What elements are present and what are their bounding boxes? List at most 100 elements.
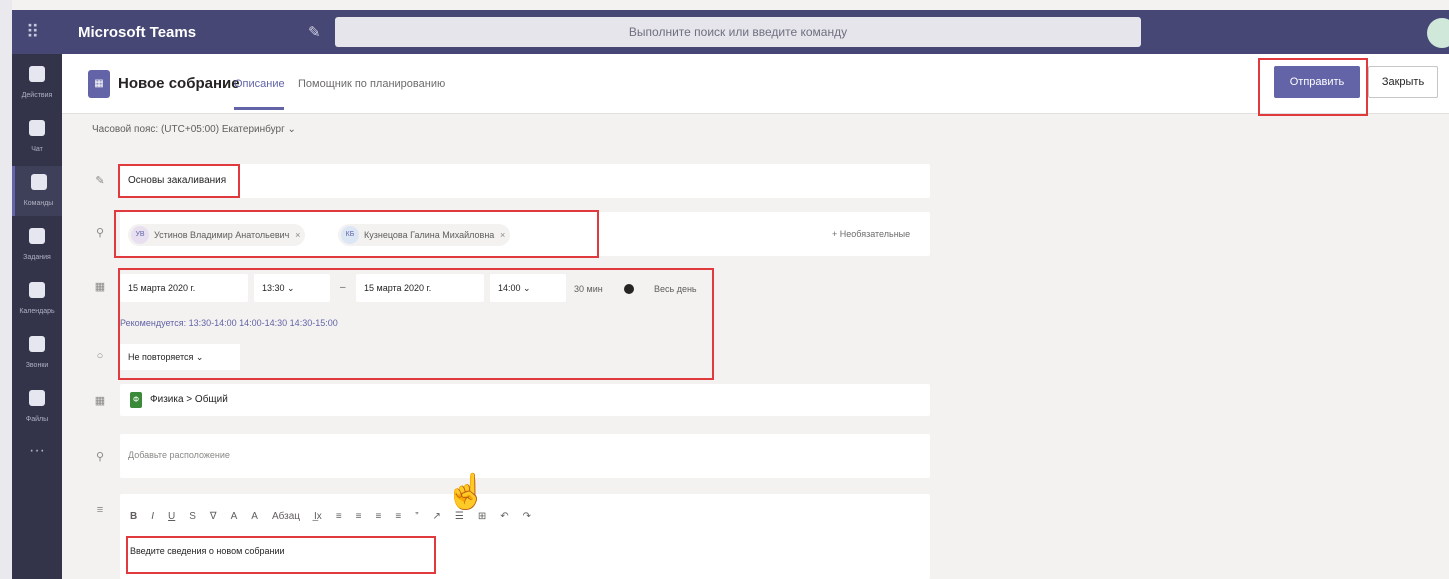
- tab-scheduling-assistant[interactable]: Помощник по планированию: [298, 78, 445, 90]
- strikethrough-button[interactable]: S: [189, 511, 196, 522]
- attendees-field[interactable]: УВ Устинов Владимир Анатольевич × КБ Куз…: [120, 212, 930, 256]
- bold-button[interactable]: B: [130, 511, 137, 522]
- clear-format-button[interactable]: I̲x: [314, 511, 322, 522]
- timezone-selector[interactable]: Часовой пояс: (UTC+05:00) Екатеринбург ⌄: [92, 124, 296, 135]
- underline-button[interactable]: U: [168, 511, 175, 522]
- end-time-value: 14:00: [498, 283, 521, 293]
- rail-item-teams[interactable]: Команды: [12, 166, 62, 216]
- paragraph-dropdown[interactable]: Абзац: [272, 511, 300, 522]
- all-day-label: Весь день: [654, 284, 697, 294]
- font-color-button[interactable]: A: [231, 511, 238, 522]
- channel-path: Физика > Общий: [150, 394, 228, 405]
- rail-item-label: Чат: [31, 146, 43, 153]
- rail-item-calendar[interactable]: Календарь: [12, 274, 62, 324]
- redo-button[interactable]: ↷: [523, 511, 531, 522]
- rail-item-label: Команды: [23, 200, 54, 207]
- meeting-header: ▦ Новое собрание Описание Помощник по пл…: [62, 54, 1449, 116]
- bell-icon: [29, 66, 45, 82]
- screen-bezel: [0, 0, 12, 579]
- compose-icon[interactable]: ✎: [308, 23, 321, 41]
- text-format-icon: ≡: [96, 504, 104, 516]
- italic-button[interactable]: I: [151, 511, 154, 522]
- meeting-form: ▦ Новое собрание Описание Помощник по пл…: [62, 54, 1449, 579]
- team-avatar: Ф: [130, 392, 142, 408]
- attendee-name: Устинов Владимир Анатольевич: [154, 230, 290, 240]
- remove-icon[interactable]: ×: [295, 224, 300, 246]
- range-separator: –: [340, 282, 346, 293]
- phone-icon: [29, 336, 45, 352]
- top-bar: ⠿ Microsoft Teams ✎ Выполните поиск или …: [12, 10, 1449, 54]
- chevron-down-icon: ⌄: [287, 124, 296, 135]
- code-button[interactable]: ☰: [455, 511, 464, 522]
- start-date-picker[interactable]: 15 марта 2020 г.: [120, 274, 248, 302]
- outdent-button[interactable]: ≡: [356, 511, 362, 522]
- repeat-value: Не повторяется: [128, 352, 194, 362]
- channel-field[interactable]: Ф Физика > Общий: [120, 384, 930, 416]
- remove-icon[interactable]: ×: [500, 224, 505, 246]
- suggested-times: Рекомендуется: 13:30-14:00 14:00-14:30 1…: [120, 318, 338, 328]
- table-button[interactable]: ⊞: [478, 511, 486, 522]
- channel-separator: >: [186, 394, 193, 405]
- file-icon: [29, 390, 45, 406]
- assignments-icon: [29, 228, 45, 244]
- user-avatar[interactable]: [1427, 18, 1449, 48]
- attendee-chip[interactable]: КБ Кузнецова Галина Михайловна ×: [338, 224, 511, 246]
- rail-item-calls[interactable]: Звонки: [12, 328, 62, 378]
- all-day-toggle[interactable]: [624, 284, 634, 294]
- send-button[interactable]: Отправить: [1274, 66, 1360, 98]
- rail-item-label: Файлы: [25, 416, 49, 423]
- bullets-button[interactable]: ≡: [376, 511, 382, 522]
- team-name: Физика: [150, 394, 184, 405]
- quote-button[interactable]: ”: [415, 511, 418, 522]
- add-person-icon: ⚲: [95, 227, 105, 239]
- avatar: УВ: [131, 226, 149, 244]
- end-date-picker[interactable]: 15 марта 2020 г.: [356, 274, 484, 302]
- numbering-button[interactable]: ≡: [395, 511, 401, 522]
- more-apps-icon[interactable]: ···: [12, 442, 62, 460]
- tab-description[interactable]: Описание: [234, 78, 285, 90]
- title-field[interactable]: Основы закаливания: [120, 164, 930, 198]
- chevron-down-icon: ⌄: [195, 352, 204, 362]
- suggested-label: Рекомендуется:: [120, 318, 187, 328]
- calendar-icon: [29, 282, 45, 298]
- timezone-label: Часовой пояс: (UTC+05:00) Екатеринбург: [92, 124, 285, 135]
- rail-item-chat[interactable]: Чат: [12, 112, 62, 162]
- start-time-value: 13:30: [262, 283, 285, 293]
- pencil-icon: ✎: [95, 175, 105, 187]
- repeat-icon: ○: [96, 350, 104, 362]
- description-text: Введите сведения о новом собрании: [130, 546, 285, 556]
- attendee-chip[interactable]: УВ Устинов Владимир Анатольевич ×: [128, 224, 306, 246]
- rail-item-files[interactable]: Файлы: [12, 382, 62, 432]
- end-time-picker[interactable]: 14:00 ⌄: [490, 274, 566, 302]
- location-icon: ⚲: [95, 451, 105, 463]
- rail-item-label: Задания: [23, 254, 51, 261]
- suggested-times-value[interactable]: 13:30-14:00 14:00-14:30 14:30-15:00: [189, 318, 338, 328]
- app-launcher-icon[interactable]: ⠿: [26, 22, 39, 43]
- start-time-picker[interactable]: 13:30 ⌄: [254, 274, 330, 302]
- page-title: Новое собрание: [118, 75, 240, 92]
- location-input[interactable]: Добавьте расположение: [120, 434, 930, 478]
- undo-button[interactable]: ↶: [500, 511, 508, 522]
- channel-icon: ▦: [94, 395, 106, 407]
- search-input[interactable]: Выполните поиск или введите команду: [335, 17, 1141, 47]
- add-optional-link[interactable]: + Необязательные: [832, 229, 910, 239]
- font-size-button[interactable]: A: [251, 511, 258, 522]
- active-tab-indicator: [234, 107, 284, 110]
- title-value: Основы закаливания: [128, 175, 227, 186]
- indent-button[interactable]: ≡: [336, 511, 342, 522]
- chevron-down-icon: ⌄: [523, 283, 531, 293]
- avatar: КБ: [341, 226, 359, 244]
- duration-label: 30 мин: [574, 284, 603, 294]
- link-button[interactable]: ↗: [433, 511, 441, 522]
- rail-item-label: Звонки: [25, 362, 49, 369]
- highlight-button[interactable]: ∇: [210, 511, 217, 522]
- repeat-selector[interactable]: Не повторяется ⌄: [120, 344, 240, 370]
- hand-cursor-icon: ☝: [444, 472, 488, 512]
- rail-item-assignments[interactable]: Задания: [12, 220, 62, 270]
- rail-item-activity[interactable]: Действия: [12, 58, 62, 108]
- description-editor[interactable]: B I U S ∇ A A Абзац I̲x ≡ ≡ ≡ ≡ ” ↗ ☰ ⊞ …: [120, 494, 930, 579]
- app-title: Microsoft Teams: [78, 24, 197, 41]
- app-rail: Действия Чат Команды Задания Календарь З…: [12, 54, 62, 579]
- calendar-icon: ▦: [88, 70, 110, 98]
- close-button[interactable]: Закрыть: [1368, 66, 1438, 98]
